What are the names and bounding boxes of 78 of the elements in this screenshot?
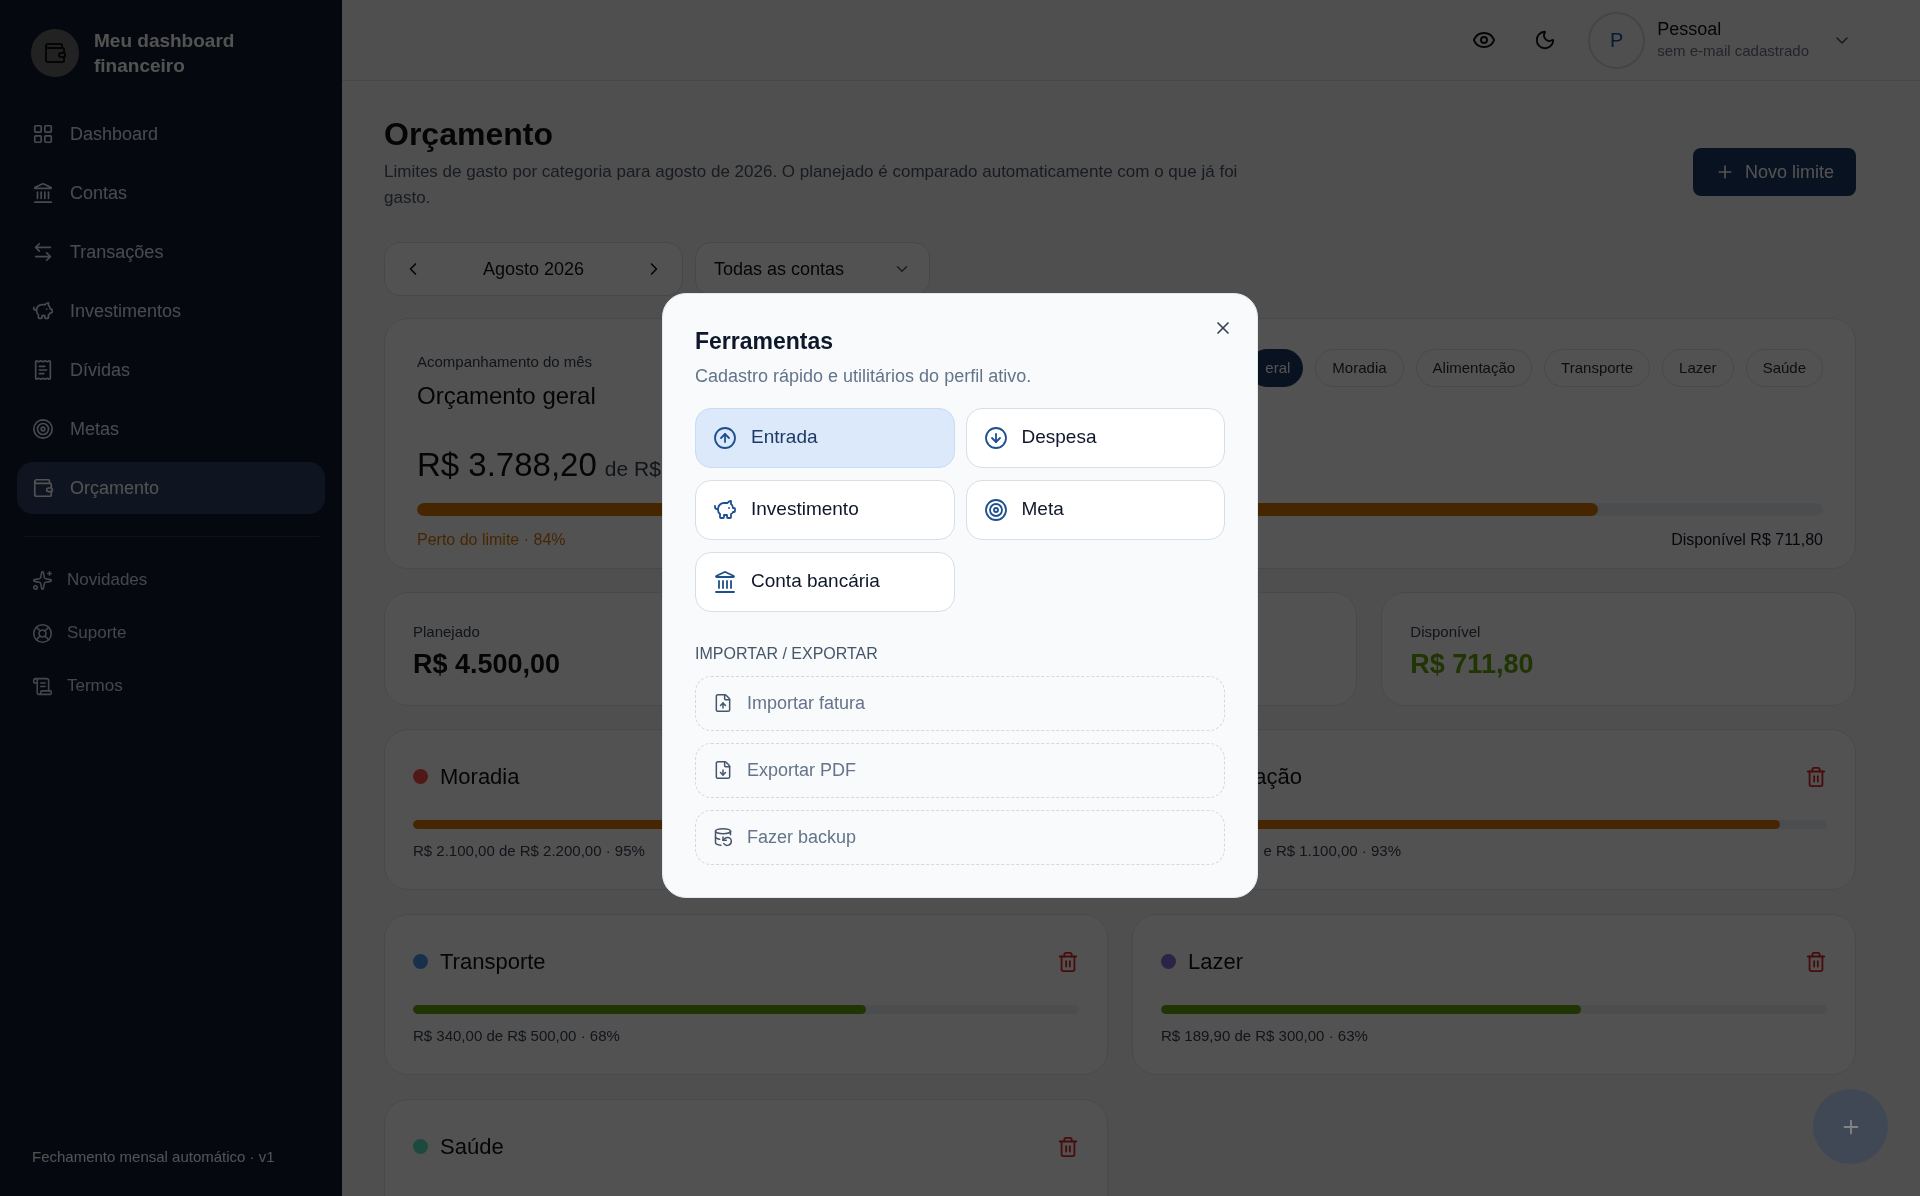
lifebuoy-icon <box>32 622 53 644</box>
quick-action-button[interactable]: Entrada <box>695 407 955 468</box>
nav-item[interactable]: Metas <box>17 403 325 455</box>
stat-value: R$ 711,80 <box>1410 647 1534 681</box>
piggy-bank-icon <box>32 300 54 322</box>
moon-icon[interactable] <box>1534 29 1557 51</box>
stat-value: R$ 4.500,00 <box>413 647 561 681</box>
trash-icon[interactable] <box>1057 950 1079 973</box>
section-label: IMPORTAR / EXPORTAR <box>695 643 879 664</box>
spent-amount: R$ 3.788,20 <box>417 444 597 485</box>
category-name: Saúde <box>440 1133 504 1161</box>
filter-chip[interactable]: Moradia <box>1315 349 1404 387</box>
receipt-icon <box>32 359 54 381</box>
arrows-icon <box>32 241 54 263</box>
status-text: Perto do limite · 84% <box>417 530 566 550</box>
stat-label: Disponível <box>1410 622 1481 642</box>
filter-chip[interactable]: Lazer <box>1662 349 1734 387</box>
category-detail: R$ 2.100,00 de R$ 2.200,00 · 95% <box>413 841 645 861</box>
nav-item[interactable]: Contas <box>17 167 325 219</box>
account-select[interactable]: Todas as contas <box>695 242 930 296</box>
nav-item[interactable]: Orçamento <box>17 462 325 514</box>
stat-label: Planejado <box>413 622 480 642</box>
nav-item[interactable]: Transações <box>17 226 325 278</box>
piggy-bank-icon <box>713 497 737 522</box>
wallet-icon <box>32 477 54 499</box>
bank-icon <box>713 569 737 594</box>
quick-action-button[interactable]: Conta bancária <box>695 551 955 612</box>
dialog-subtitle: Cadastro rápido e utilitários do perfil ativo. <box>695 364 1033 388</box>
sparkles-icon <box>32 569 53 591</box>
footer-note: Fechamento mensal automático · v1 <box>31 1146 275 1167</box>
page-title: Orçamento <box>384 115 554 153</box>
chevron-down-icon <box>1836 36 1848 44</box>
filter-chip[interactable]: Transporte <box>1544 349 1651 387</box>
tool-button[interactable]: Fazer backup <box>695 809 1225 865</box>
quick-action-button[interactable]: Despesa <box>965 407 1225 468</box>
category-name: Transporte <box>440 948 546 976</box>
avatar: P <box>1588 11 1646 69</box>
nav-item[interactable]: Dívidas <box>17 344 325 396</box>
file-upload-icon <box>713 693 733 713</box>
planned-amount: de R$ <box>604 455 661 482</box>
quick-action-button[interactable]: Investimento <box>695 479 955 540</box>
trash-icon[interactable] <box>1805 950 1827 973</box>
bank-icon <box>32 182 54 204</box>
tool-button[interactable]: Importar fatura <box>695 675 1225 731</box>
profile-name: Pessoal <box>1657 17 1723 40</box>
file-download-icon <box>713 760 733 780</box>
scroll-icon <box>32 675 53 697</box>
target-icon <box>983 497 1008 522</box>
category-detail: e R$ 1.100,00 · 93% <box>1262 841 1401 861</box>
trash-icon[interactable] <box>1057 1135 1079 1158</box>
summary-eyebrow: Acompanhamento do mês <box>417 352 594 372</box>
new-limit-button[interactable]: Novo limite <box>1692 148 1856 196</box>
arrow-up-icon <box>713 425 737 450</box>
database-icon <box>713 827 733 847</box>
filter-chip[interactable]: Saúde <box>1745 349 1823 387</box>
filter-chip[interactable]: Alimentação <box>1415 349 1533 387</box>
category-name: Moradia <box>440 763 520 791</box>
month-label: Agosto 2026 <box>482 257 585 281</box>
nav-item[interactable]: Dashboard <box>17 108 325 160</box>
summary-title: Orçamento geral <box>417 380 596 411</box>
arrow-down-icon <box>983 425 1008 450</box>
nav-item[interactable]: Novidades <box>17 559 325 601</box>
brand-name: Meu dashboard financeiro <box>94 29 236 78</box>
month-picker[interactable]: Agosto 2026 <box>384 242 683 296</box>
target-icon <box>32 418 54 440</box>
nav-item[interactable]: Termos <box>17 665 325 707</box>
category-name: Lazer <box>1188 948 1244 976</box>
grid-icon <box>32 123 54 145</box>
nav-item[interactable]: Suporte <box>17 612 325 654</box>
trash-icon[interactable] <box>1805 765 1827 788</box>
dialog-title: Ferramentas <box>695 327 835 356</box>
wallet-icon <box>43 41 67 65</box>
quick-action-button[interactable]: Meta <box>965 479 1225 540</box>
tool-button[interactable]: Exportar PDF <box>695 742 1225 798</box>
available-text: Disponível R$ 711,80 <box>1671 530 1823 550</box>
category-detail: R$ 340,00 de R$ 500,00 · 68% <box>413 1026 620 1046</box>
nav-item[interactable]: Investimentos <box>17 285 325 337</box>
category-detail: R$ 189,90 de R$ 300,00 · 63% <box>1161 1026 1368 1046</box>
